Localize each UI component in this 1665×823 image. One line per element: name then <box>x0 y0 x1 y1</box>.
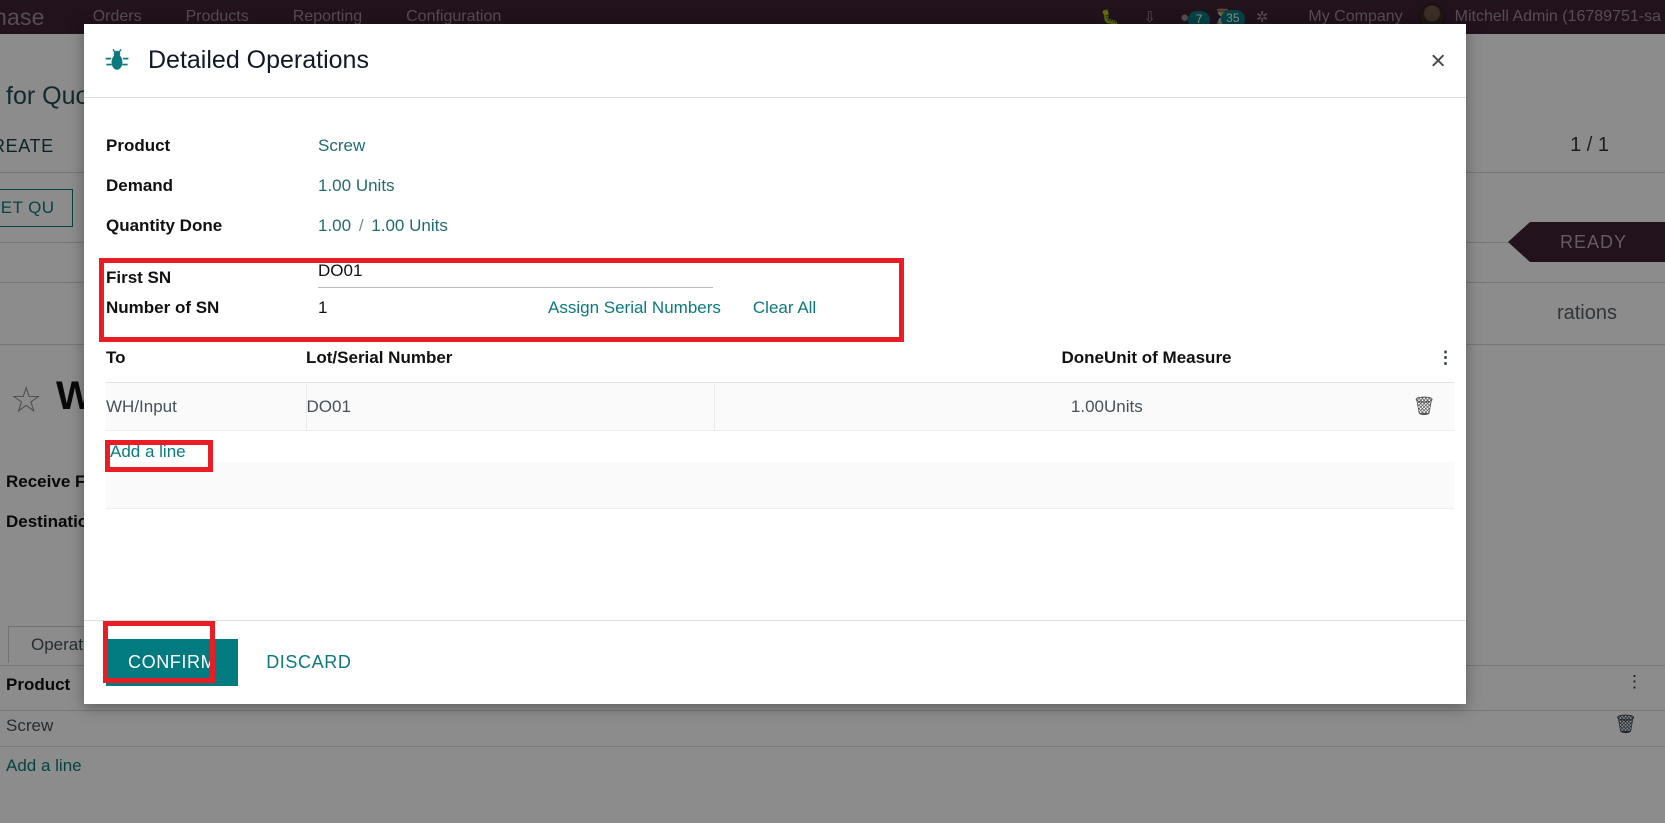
quantity-done-value: 1.00 <box>318 216 352 235</box>
table-empty-row <box>106 462 1454 509</box>
column-header-to: To <box>106 348 306 383</box>
dialog-header: Detailed Operations × <box>84 24 1466 98</box>
field-row-quantity-done: Quantity Done 1.00 / 1.00 Units <box>106 206 1444 246</box>
add-line-row: Add a line <box>106 430 1454 462</box>
bug-icon <box>105 48 129 70</box>
field-label-first-sn: First SN <box>106 268 172 287</box>
column-header-done: Done <box>1004 348 1104 383</box>
add-a-line-button[interactable]: Add a line <box>110 442 186 462</box>
table-body: WH/Input DO01 1.00 Units 🗑 Add a line <box>106 382 1454 509</box>
quantity-done-separator: / <box>358 216 364 235</box>
quantity-done-unit: Units <box>409 216 448 235</box>
cell-to[interactable]: WH/Input <box>106 382 307 431</box>
trash-icon[interactable]: 🗑 <box>1394 396 1454 417</box>
detailed-operations-table: To Lot/Serial Number Done Unit of Measur… <box>106 348 1454 509</box>
empty-cell <box>106 462 1454 509</box>
cell-lot-serial-number[interactable]: DO01 <box>306 382 715 431</box>
field-label-number-of-sn: Number of SN <box>106 298 220 317</box>
discard-button[interactable]: DISCARD <box>250 639 367 686</box>
field-value-demand: 1.00 Units <box>318 176 395 196</box>
dialog-footer: CONFIRM DISCARD <box>84 620 1466 704</box>
field-row-number-of-sn: Number of SN Assign Serial Numbers Clear… <box>106 288 1444 328</box>
quantity-demand-value: 1.00 <box>371 216 405 235</box>
table-row[interactable]: WH/Input DO01 1.00 Units 🗑 <box>106 382 1454 431</box>
cell-done[interactable]: 1.00 <box>1004 382 1104 431</box>
cell-spacer <box>714 382 1004 431</box>
vertical-dots-icon[interactable]: ⋮ <box>1394 349 1454 366</box>
field-value-quantity-done: 1.00 / 1.00 Units <box>318 216 448 236</box>
number-of-sn-input[interactable] <box>318 298 548 318</box>
assign-serial-numbers-button[interactable]: Assign Serial Numbers <box>548 298 721 318</box>
close-icon[interactable]: × <box>1430 47 1446 74</box>
field-label-quantity-done: Quantity Done <box>106 216 223 235</box>
demand-quantity: 1.00 <box>318 176 352 195</box>
add-line-wrapper: Add a line <box>106 431 1454 462</box>
clear-all-button[interactable]: Clear All <box>753 298 816 318</box>
add-line-cell: Add a line <box>106 430 1454 462</box>
delete-row-button[interactable]: 🗑 <box>1394 382 1454 431</box>
column-header-lot-serial-number: Lot/Serial Number <box>306 348 714 383</box>
table-header-row: To Lot/Serial Number Done Unit of Measur… <box>106 348 1454 383</box>
field-row-product: Product Screw <box>106 126 1444 166</box>
field-row-demand: Demand 1.00 Units <box>106 166 1444 206</box>
dialog-title: Detailed Operations <box>148 46 369 74</box>
field-row-first-sn: First SN <box>106 246 1444 288</box>
column-header-spacer <box>714 348 1004 383</box>
field-value-product[interactable]: Screw <box>318 136 365 156</box>
detailed-operations-dialog: Detailed Operations × Product Screw Dema… <box>84 24 1466 704</box>
column-header-unit-of-measure: Unit of Measure <box>1104 348 1394 383</box>
field-label-product: Product <box>106 136 171 155</box>
confirm-button[interactable]: CONFIRM <box>106 639 239 686</box>
dialog-body: Product Screw Demand 1.00 Units Quantity… <box>84 98 1466 620</box>
cell-unit-of-measure[interactable]: Units <box>1104 382 1394 431</box>
demand-unit: Units <box>355 176 395 195</box>
table-header: To Lot/Serial Number Done Unit of Measur… <box>106 348 1454 383</box>
serial-number-section: First SN Number of SN Assign Serial Numb… <box>106 246 1444 328</box>
summary-fields: Product Screw Demand 1.00 Units Quantity… <box>106 126 1444 328</box>
field-label-demand: Demand <box>106 176 174 195</box>
first-sn-input[interactable] <box>318 261 713 288</box>
optional-columns-button[interactable]: ⋮ <box>1394 348 1454 383</box>
